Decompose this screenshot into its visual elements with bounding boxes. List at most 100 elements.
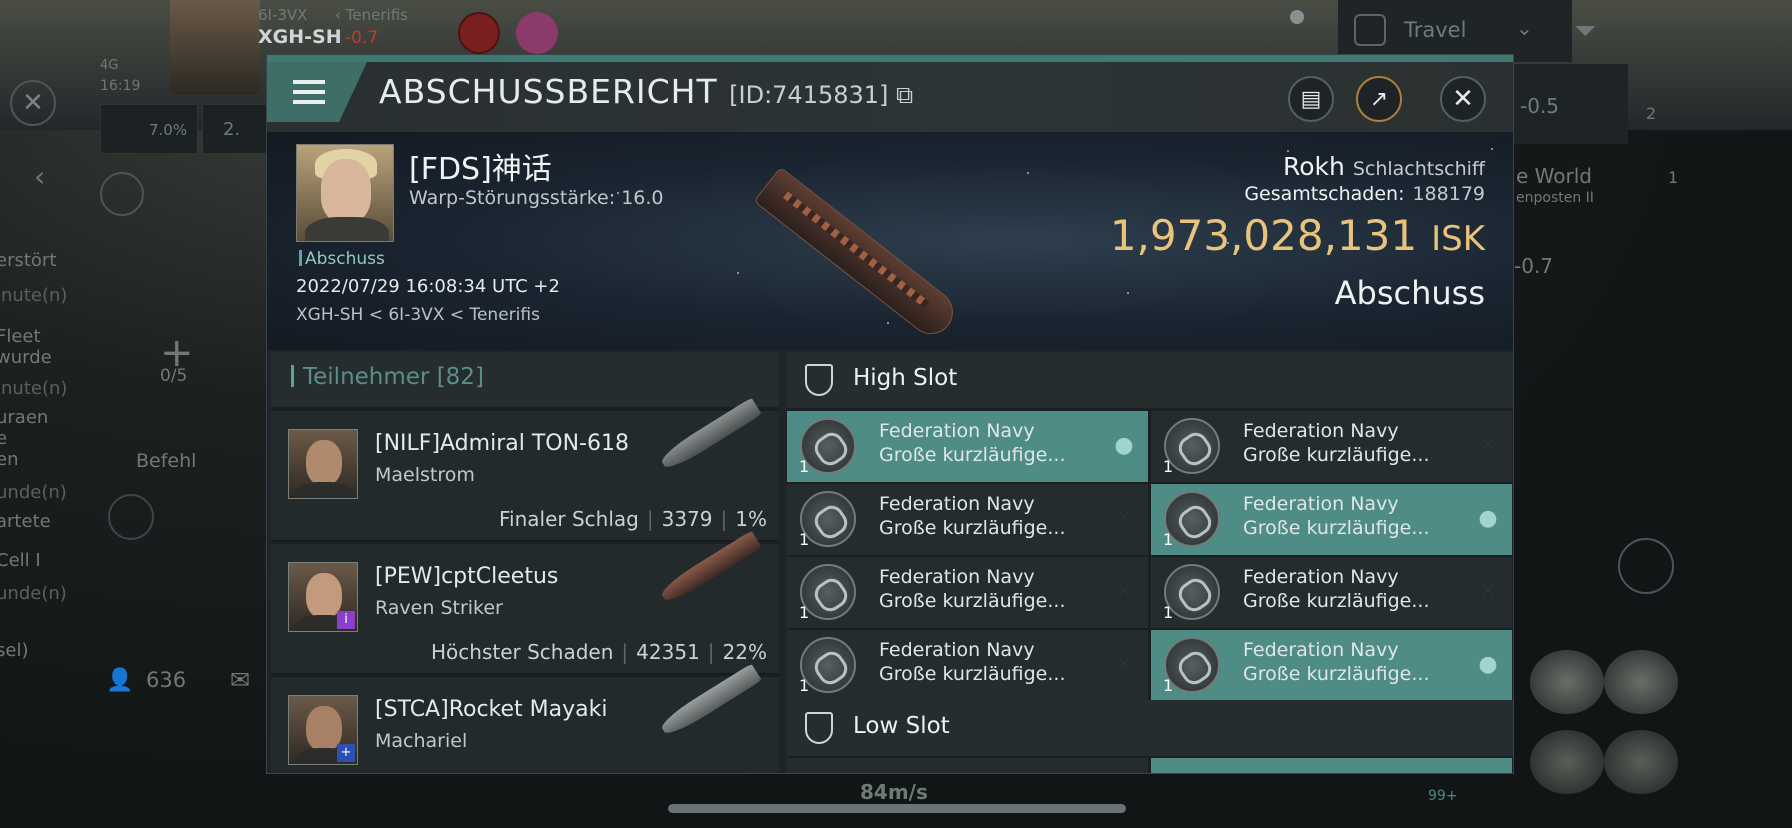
left-clipped-panel: erstört inute(n) Fleet wurde inute(n) uraen… xyxy=(0,250,68,661)
close-icon[interactable]: ✕ xyxy=(10,80,56,126)
module-badge: 99+ xyxy=(1428,788,1458,804)
module-button-1[interactable] xyxy=(1530,650,1604,714)
security-status: -0.7 xyxy=(345,28,379,48)
travel-button[interactable]: Travel ⌄ xyxy=(1338,0,1572,62)
victim-name[interactable]: [FDS]神话 xyxy=(409,144,552,188)
participant-ship: Machariel xyxy=(375,730,468,752)
module-slot[interactable]: 1 Federation Navy Große kurzläufige... ✕ xyxy=(787,557,1148,628)
sec-right-2: -0.7 xyxy=(1514,254,1554,278)
participant-stats: Finaler Schlag | 3379 | 1% xyxy=(499,507,767,531)
module-slot[interactable] xyxy=(787,758,1148,773)
swap-button[interactable] xyxy=(1618,538,1674,594)
victim-avatar[interactable] xyxy=(296,144,394,242)
module-button-2[interactable] xyxy=(1604,650,1678,714)
low-slot-icon xyxy=(805,712,833,744)
pilot-icon: ● xyxy=(1478,652,1498,677)
chevron-down-icon: ⌄ xyxy=(1516,16,1533,40)
users-count: 636 xyxy=(146,668,187,692)
module-name-line1: Federation Navy xyxy=(879,566,1035,588)
module-name-line2: Große kurzläufige... xyxy=(879,517,1066,539)
chevron-left-icon[interactable]: ‹ xyxy=(34,160,45,193)
ship-image xyxy=(658,663,762,739)
share-icon: ↗ xyxy=(1369,86,1389,112)
participant-ship: Raven Striker xyxy=(375,597,503,619)
mail-icon[interactable]: ✉ xyxy=(230,666,250,694)
kill-date: 2022/07/29 16:08:34 UTC +2 xyxy=(296,276,560,297)
module-quantity: 1 xyxy=(1163,603,1174,622)
participant-stats: Höchster Schaden | 42351 | 22% xyxy=(431,640,767,664)
low-slot-header: Low Slot xyxy=(787,700,1513,756)
clock: 16:19 xyxy=(100,78,141,94)
participant-row[interactable]: [NILF]Admiral TON-618 Maelstrom Finaler … xyxy=(271,397,779,541)
module-slot[interactable]: 1 Federation Navy Große kurzläufige... ● xyxy=(1151,630,1512,701)
module-quantity: 1 xyxy=(799,676,810,695)
module-name-line1: Federation Navy xyxy=(879,639,1035,661)
ship-name: Rokh Schlachtschiff xyxy=(1283,152,1485,181)
module-name-line2: Große kurzläufige... xyxy=(1243,590,1430,612)
network-label: 4G xyxy=(100,58,119,73)
x-icon: ✕ xyxy=(1114,506,1134,531)
count-1: 1 xyxy=(1668,168,1679,187)
corp-emblem[interactable] xyxy=(458,12,500,54)
target-icon[interactable] xyxy=(108,494,154,540)
copy-icon[interactable]: ⧉ xyxy=(888,81,913,109)
page-title: ABSCHUSSBERICHT [ID:7415831] ⧉ xyxy=(379,72,914,111)
killmail-id: [ID:7415831] xyxy=(729,81,889,109)
share-button[interactable]: ↗ xyxy=(1356,76,1402,122)
high-slot-header: High Slot xyxy=(787,352,1513,408)
x-icon: ✕ xyxy=(1478,579,1498,604)
participant-avatar[interactable] xyxy=(288,429,358,499)
module-quantity: 1 xyxy=(799,603,810,622)
travel-icon xyxy=(1354,14,1386,46)
participant-row[interactable]: i [PEW]cptCleetus Raven Striker Höchster… xyxy=(271,530,779,674)
close-button[interactable]: ✕ xyxy=(1440,76,1486,122)
alliance-emblem[interactable] xyxy=(516,12,558,54)
module-slot[interactable]: 1 Federation Navy Große kurzläufige... ● xyxy=(1151,484,1512,555)
total-damage: Gesamtschaden: 188179 xyxy=(1244,183,1485,205)
module-slot[interactable]: 1 Federation Navy Große kurzläufige... ✕ xyxy=(787,630,1148,701)
location-pin-icon[interactable] xyxy=(100,172,144,216)
victim-ship-image xyxy=(753,166,962,343)
module-slot[interactable]: 1 Federation Navy Große kurzläufige... ✕ xyxy=(787,484,1148,555)
ship-image xyxy=(658,397,762,473)
module-slot[interactable] xyxy=(1151,758,1512,773)
fitting-panel: High Slot 1 Federation Navy Große kurzläuf… xyxy=(787,352,1513,773)
world-label: e World xyxy=(1516,164,1592,188)
clipboard-button[interactable]: ▤ xyxy=(1288,76,1334,122)
module-slot[interactable]: 1 Federation Navy Große kurzläufige... ✕ xyxy=(1151,557,1512,628)
scroll-handle[interactable] xyxy=(668,804,1126,813)
module-name-line2: Große kurzläufige... xyxy=(1243,517,1430,539)
module-slot[interactable]: 1 Federation Navy Große kurzläufige... ✕ xyxy=(1151,411,1512,482)
command-label[interactable]: Befehl xyxy=(136,450,196,472)
module-name-line2: Große kurzläufige... xyxy=(879,590,1066,612)
module-name-line1: Federation Navy xyxy=(879,493,1035,515)
high-slot-icon xyxy=(805,364,833,396)
participants-panel: Teilnehmer [82] [NILF]Admiral TON-618 Ma… xyxy=(271,352,779,773)
module-slot[interactable]: 1 Federation Navy Große kurzläufige... ● xyxy=(787,411,1148,482)
participant-avatar[interactable]: + xyxy=(288,695,358,765)
module-button-3[interactable] xyxy=(1530,730,1604,794)
overview-entry[interactable]: -0.5 xyxy=(1500,64,1628,144)
warp-strength: Warp-Störungsstärke: 16.0 xyxy=(409,187,664,209)
player-portrait[interactable] xyxy=(170,0,260,95)
module-quantity: 1 xyxy=(799,457,810,476)
participant-name: [PEW]cptCleetus xyxy=(375,564,559,589)
z-stat: 2. xyxy=(202,104,268,154)
hamburger-icon[interactable] xyxy=(267,62,367,122)
participant-row[interactable]: + [STCA]Rocket Mayaki Machariel xyxy=(271,663,779,773)
participant-name: [NILF]Admiral TON-618 xyxy=(375,431,629,456)
outpost-label: enposten II xyxy=(1516,190,1594,206)
filter-icon[interactable]: ⏷ xyxy=(1574,14,1596,48)
module-name-line1: Federation Navy xyxy=(1243,420,1399,442)
count-2: 2 xyxy=(1646,104,1657,123)
kill-location[interactable]: XGH-SH < 6I-3VX < Tenerifis xyxy=(296,305,540,325)
participants-header[interactable]: Teilnehmer [82] xyxy=(271,352,779,407)
module-quantity: 1 xyxy=(799,530,810,549)
x-icon: ✕ xyxy=(1114,652,1134,677)
module-quantity: 1 xyxy=(1163,457,1174,476)
participant-avatar[interactable]: i xyxy=(288,562,358,632)
module-button-4[interactable] xyxy=(1604,730,1678,794)
module-name-line1: Federation Navy xyxy=(1243,566,1399,588)
local-system: XGH-SH xyxy=(258,26,342,48)
region-name: ‹ Tenerifis xyxy=(335,6,408,24)
